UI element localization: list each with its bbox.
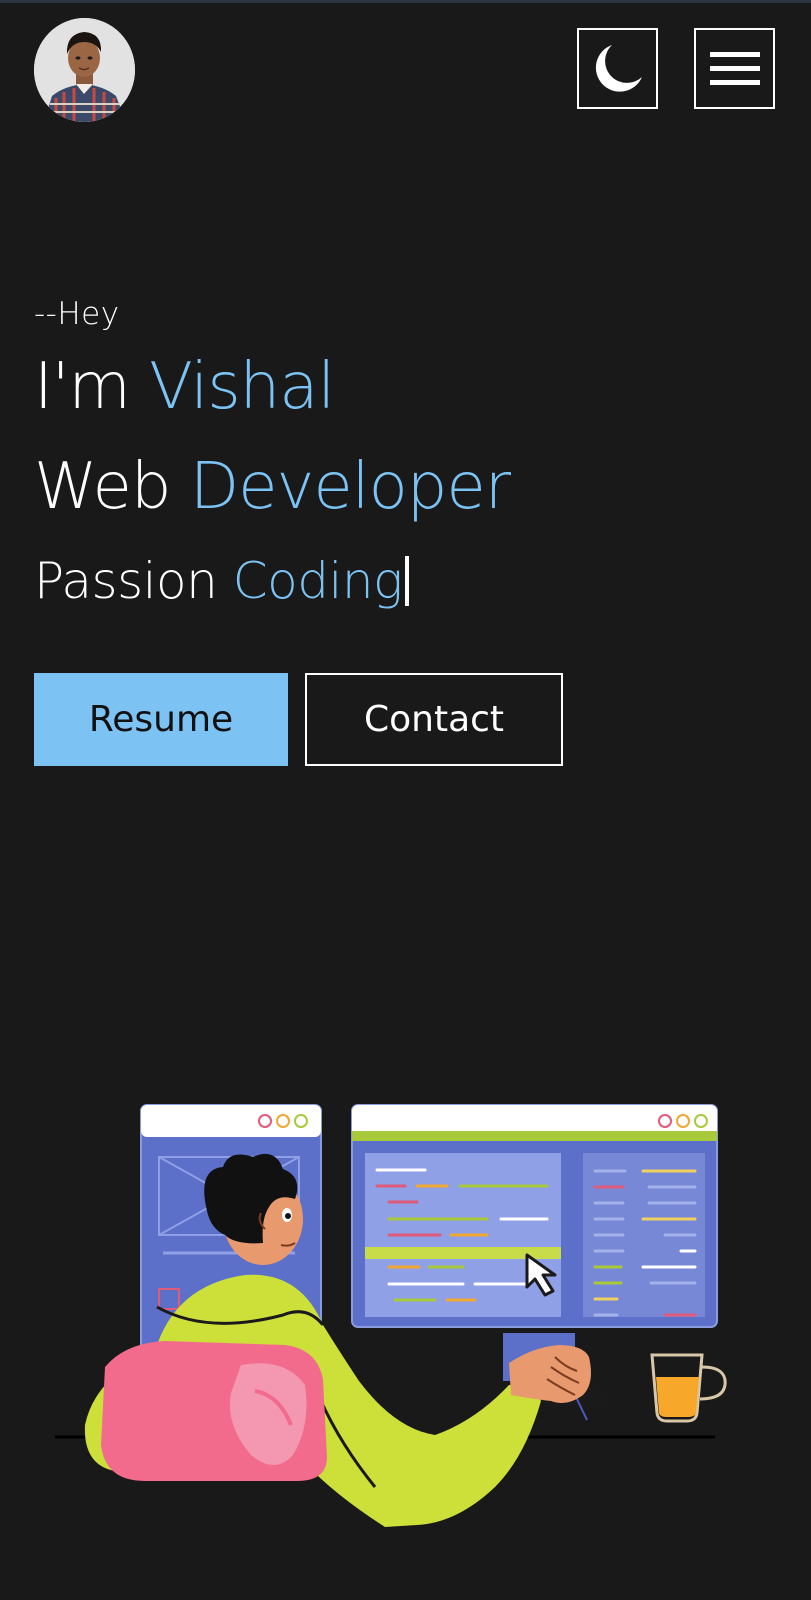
name-prefix: I'm xyxy=(34,350,150,424)
moon-icon xyxy=(595,44,642,92)
role-prefix: Web xyxy=(34,450,190,524)
top-border xyxy=(0,0,811,3)
theme-toggle-button[interactable] xyxy=(577,28,658,109)
avatar-photo xyxy=(34,18,135,122)
page: --Hey I'm Vishal Web Developer Passion C… xyxy=(0,0,811,1600)
name-highlight: Vishal xyxy=(149,350,335,424)
avatar[interactable] xyxy=(34,18,135,122)
typing-text: Passion Coding xyxy=(34,556,409,606)
developer-illustration xyxy=(55,1104,727,1527)
menu-button[interactable] xyxy=(694,28,775,109)
hamburger-menu-icon xyxy=(709,51,760,85)
passion-prefix: Passion xyxy=(34,552,233,610)
typing-caret xyxy=(404,556,409,606)
contact-button[interactable]: Contact xyxy=(305,673,563,766)
greeting-text: --Hey xyxy=(34,296,120,332)
resume-button[interactable]: Resume xyxy=(34,673,288,766)
passion-highlight: Coding xyxy=(232,552,403,610)
role-highlight: Developer xyxy=(189,450,511,524)
role-heading: Web Developer xyxy=(34,455,511,519)
name-heading: I'm Vishal xyxy=(34,355,335,419)
